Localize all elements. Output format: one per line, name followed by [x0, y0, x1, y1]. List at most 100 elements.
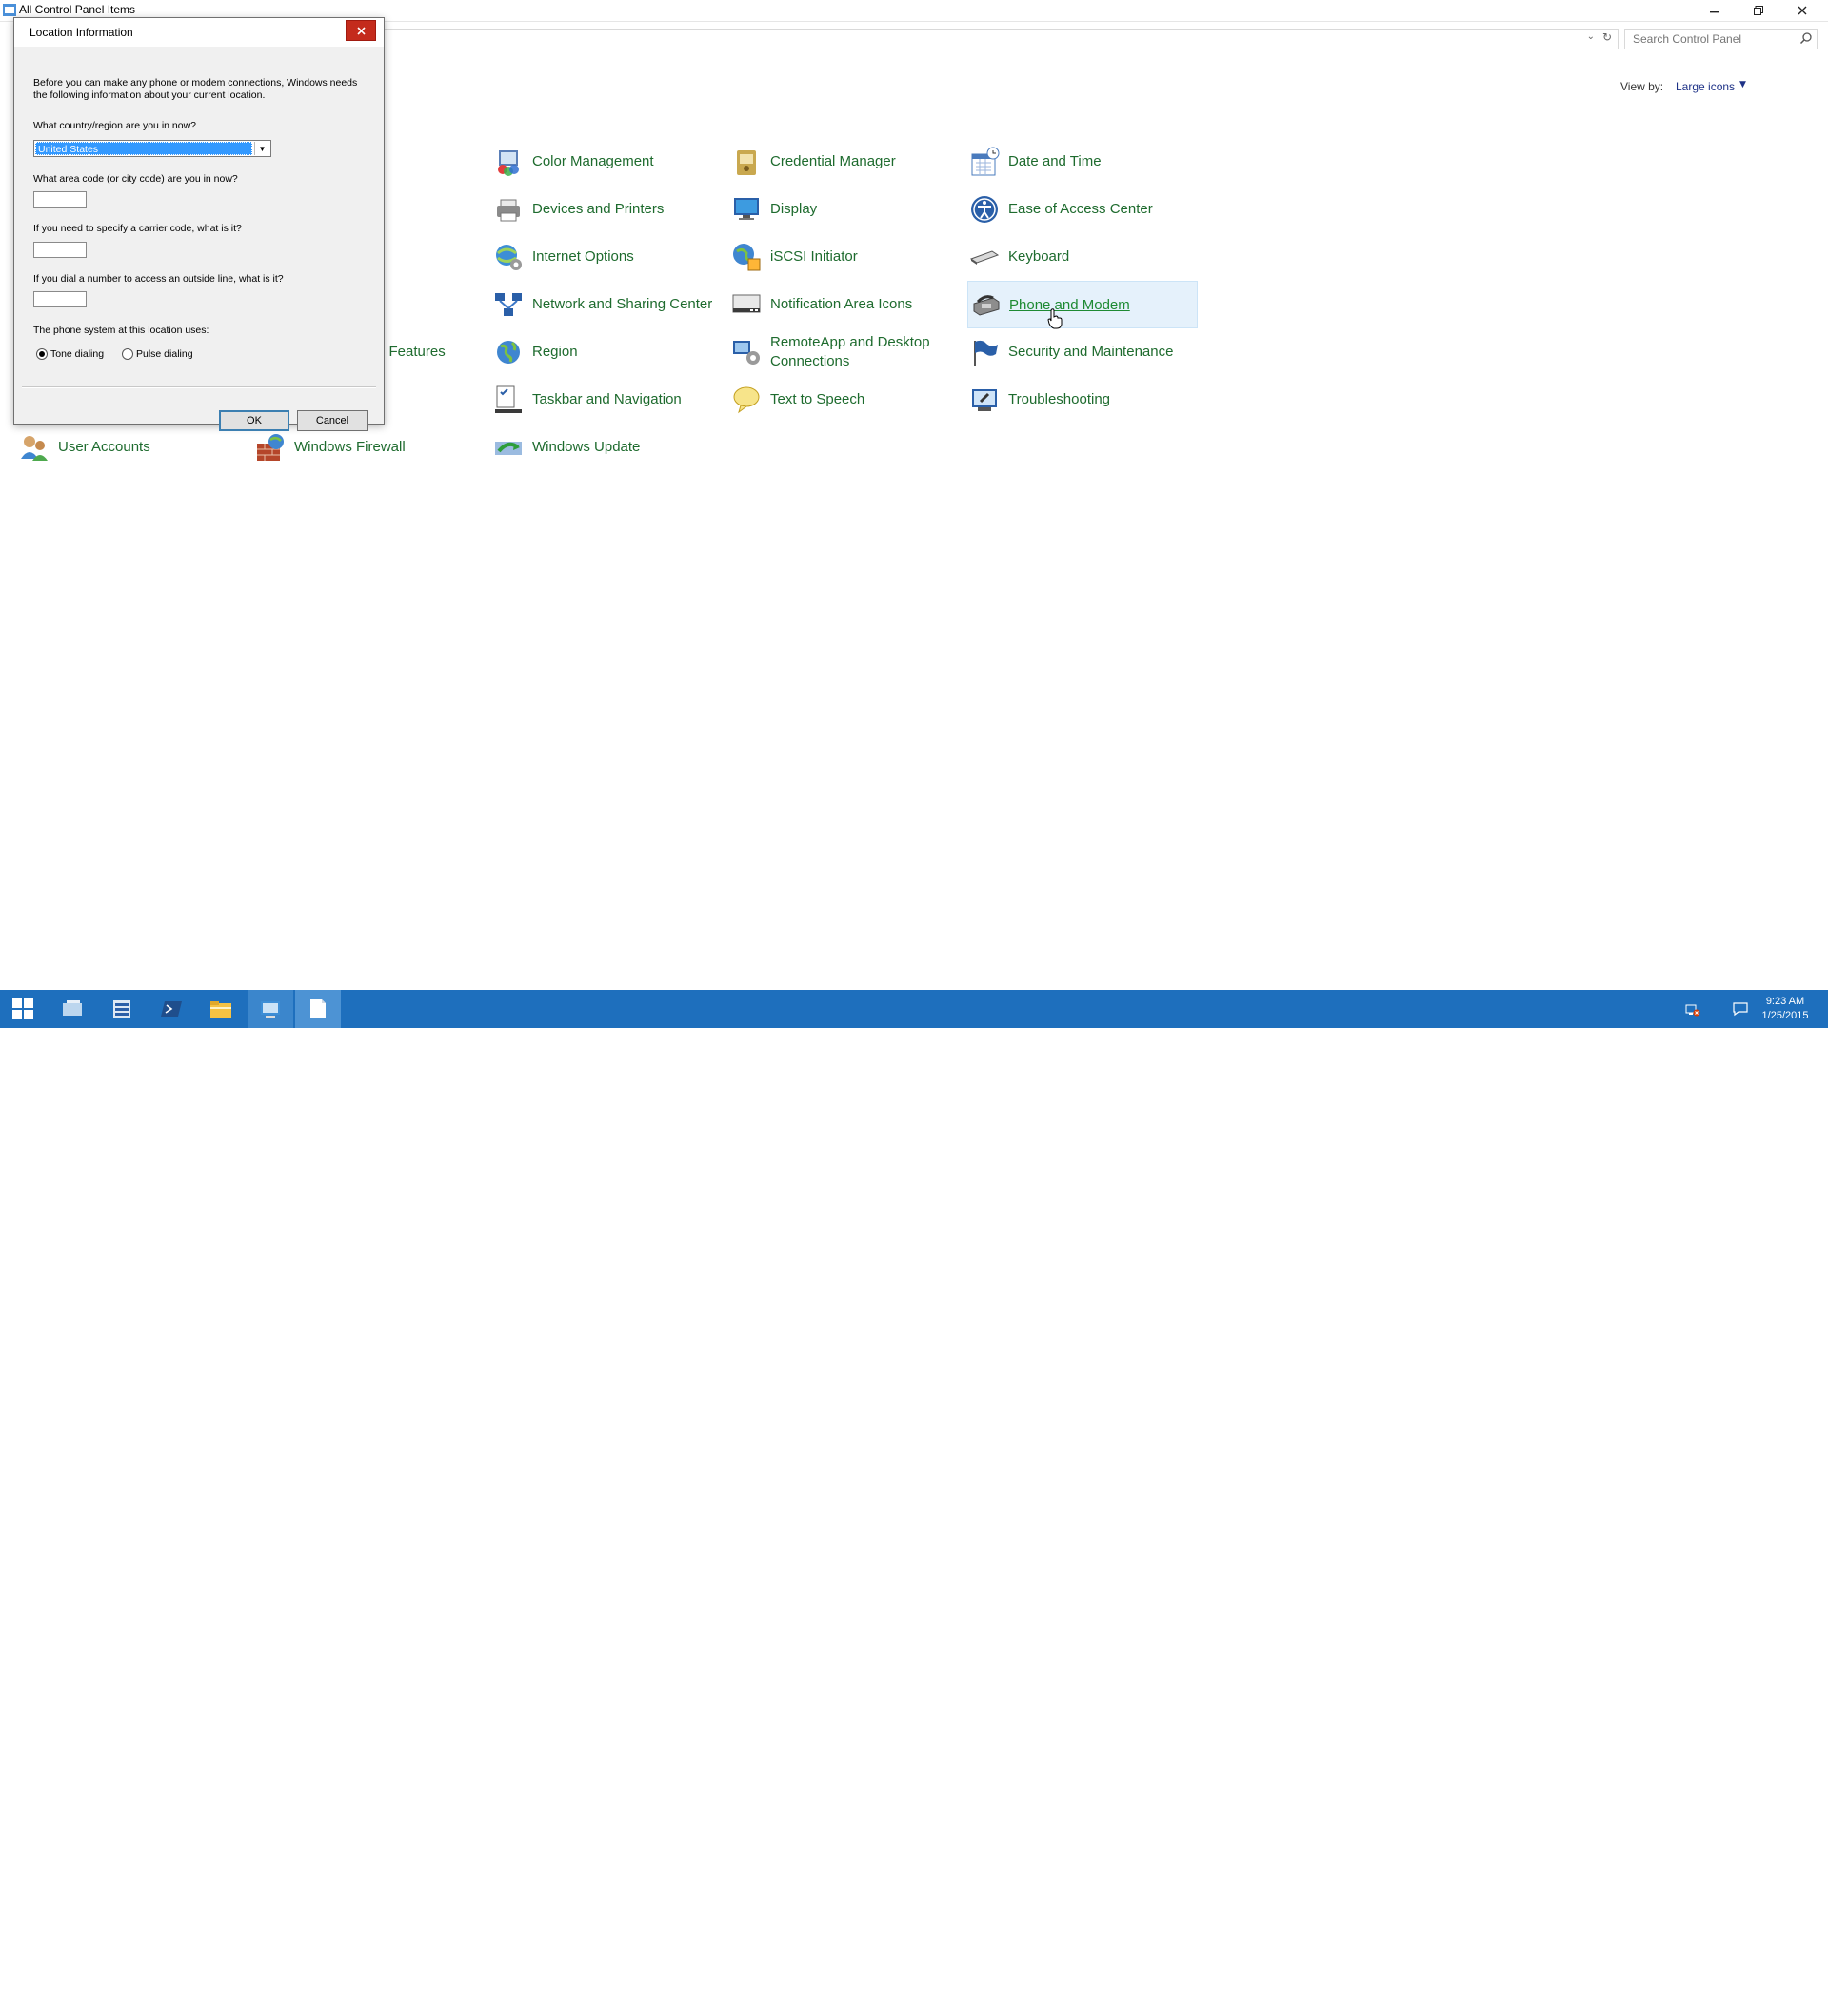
area-code-input[interactable] [33, 191, 87, 208]
country-question-label: What country/region are you in now? [33, 120, 197, 131]
cp-item-label: RemoteApp and Desktop Connections [770, 334, 930, 369]
remoteapp-icon [733, 341, 760, 365]
address-bar[interactable]: ⌄ ↻ [383, 29, 1619, 49]
cp-item-internet-options[interactable]: Internet Options [493, 235, 722, 279]
search-icon[interactable] [1799, 31, 1813, 45]
display-icon [734, 198, 759, 220]
action-center-tray-icon[interactable] [1733, 1001, 1748, 1020]
firewall-icon [257, 434, 284, 461]
refresh-icon[interactable]: ↻ [1602, 30, 1612, 44]
windows-update-icon [495, 442, 522, 455]
cp-item-display[interactable]: Display [731, 188, 960, 231]
tone-dialing-radio[interactable] [36, 348, 48, 360]
iscsi-icon [733, 244, 761, 271]
cp-item-label: d Features [377, 344, 446, 360]
cp-item-label: Windows Update [532, 439, 641, 455]
cp-item-ease-of-access[interactable]: Ease of Access Center [969, 188, 1198, 231]
cp-item-keyboard[interactable]: Keyboard [969, 235, 1198, 279]
cp-item-label: Internet Options [532, 248, 634, 265]
cp-item-label: iSCSI Initiator [770, 248, 858, 265]
carrier-code-input[interactable] [33, 242, 87, 258]
cp-item-label: Taskbar and Navigation [532, 391, 682, 407]
clock-date: 1/25/2015 [1761, 1010, 1809, 1021]
cp-item-label: Display [770, 201, 818, 217]
close-button[interactable] [1780, 0, 1824, 21]
cp-item-label: Phone and Modem [1009, 297, 1130, 313]
book-logo-icon [1594, 1986, 1636, 2016]
troubleshooting-icon [972, 389, 997, 411]
hand-cursor-icon [1047, 308, 1063, 329]
restore-icon [1754, 6, 1763, 15]
location-information-dialog: Location Information Before you can make… [13, 17, 385, 431]
close-icon [356, 26, 366, 35]
tone-dialing-label[interactable]: Tone dialing [50, 348, 104, 361]
cp-item-windows-firewall[interactable]: Windows Firewall [255, 425, 484, 469]
cp-item-notification-area-icons[interactable]: Notification Area Icons [731, 283, 960, 326]
cp-item-text-to-speech[interactable]: Text to Speech [731, 378, 960, 422]
cp-item-label: User Accounts [58, 439, 150, 455]
cp-item-label: ger [360, 188, 541, 231]
minimize-button[interactable] [1693, 0, 1737, 21]
cp-item-date-time[interactable]: Date and Time [969, 140, 1198, 184]
action-center-icon [1733, 1002, 1748, 1017]
restore-button[interactable] [1737, 0, 1780, 21]
dialog-close-button[interactable] [346, 20, 376, 41]
window-title: All Control Panel Items [19, 3, 136, 16]
view-by-dropdown[interactable]: Large icons [1676, 80, 1735, 93]
taskbar-file-explorer[interactable] [198, 990, 244, 1028]
date-time-icon [971, 147, 1000, 176]
ok-button[interactable]: OK [219, 410, 289, 431]
windows-logo-icon [12, 998, 33, 1019]
dialog-title: Location Information [30, 26, 133, 39]
taskbar-control-panel[interactable] [248, 990, 293, 1028]
server-manager-icon [113, 1000, 130, 1018]
cp-item-user-accounts[interactable]: User Accounts [19, 425, 248, 469]
cp-item-label: Ease of Access Center [1008, 201, 1153, 217]
country-region-select[interactable]: United States ▼ [33, 140, 271, 157]
cp-item-label: Windows Firewall [294, 439, 406, 455]
start-button[interactable] [0, 990, 46, 1028]
cp-item-network-sharing[interactable]: Network and Sharing Center [493, 283, 722, 326]
cp-item-phone-modem[interactable]: Phone and Modem [967, 281, 1198, 328]
cp-item-label: Text to Speech [770, 391, 865, 407]
cp-item-color-management[interactable]: Color Management [493, 140, 722, 184]
carrier-code-label: If you need to specify a carrier code, w… [33, 223, 242, 234]
view-by-label: View by: [1620, 80, 1664, 93]
cp-item-taskbar-navigation[interactable]: Taskbar and Navigation [493, 378, 722, 422]
taskbar-task-view[interactable] [50, 990, 95, 1028]
cancel-button[interactable]: Cancel [297, 410, 368, 431]
cp-item-windows-update[interactable]: Windows Update [493, 425, 722, 469]
taskbar-icon [495, 385, 522, 413]
cp-item-label: Notification Area Icons [770, 296, 913, 312]
search-box[interactable] [1624, 29, 1818, 49]
taskbar-notepad[interactable] [295, 990, 341, 1028]
cp-item-troubleshooting[interactable]: Troubleshooting [969, 378, 1198, 422]
taskbar: The Collection Book [0, 990, 1828, 2016]
taskbar-powershell[interactable] [149, 990, 194, 1028]
outside-line-input[interactable] [33, 291, 87, 307]
ease-of-access-icon [971, 196, 998, 223]
chevron-down-icon[interactable]: ▼ [254, 142, 269, 155]
tray-clock[interactable]: 9:23 AM 1/25/2015 [1757, 995, 1814, 1023]
dialog-body: Before you can make any phone or modem c… [22, 47, 376, 431]
watermark: The Collection Book [1592, 1982, 1790, 2016]
cp-item-label: Keyboard [1008, 248, 1070, 265]
cp-item-security-maintenance[interactable]: Security and Maintenance [969, 330, 1198, 374]
phone-modem-icon [973, 295, 1000, 316]
chevron-down-icon[interactable]: ▼ [1739, 80, 1746, 89]
search-input[interactable] [1631, 31, 1797, 47]
cp-item-remoteapp[interactable]: RemoteApp and Desktop Connections [731, 330, 960, 374]
cp-item-credential-manager[interactable]: Credential Manager [731, 140, 960, 184]
area-code-label: What area code (or city code) are you in… [33, 173, 238, 185]
cp-item-label: Credential Manager [770, 153, 896, 169]
pulse-dialing-label[interactable]: Pulse dialing [136, 348, 193, 361]
keyboard-icon [969, 250, 1000, 265]
taskbar-server-manager[interactable] [99, 990, 145, 1028]
network-tray-icon[interactable] [1685, 1001, 1700, 1020]
cp-item-iscsi-initiator[interactable]: iSCSI Initiator [731, 235, 960, 279]
cp-item-label: Devices and Printers [532, 201, 665, 217]
chevron-down-icon[interactable]: ⌄ [1587, 31, 1595, 42]
cp-item-label: Region [532, 344, 578, 360]
pulse-dialing-radio[interactable] [122, 348, 133, 360]
network-icon [1685, 1004, 1700, 1017]
